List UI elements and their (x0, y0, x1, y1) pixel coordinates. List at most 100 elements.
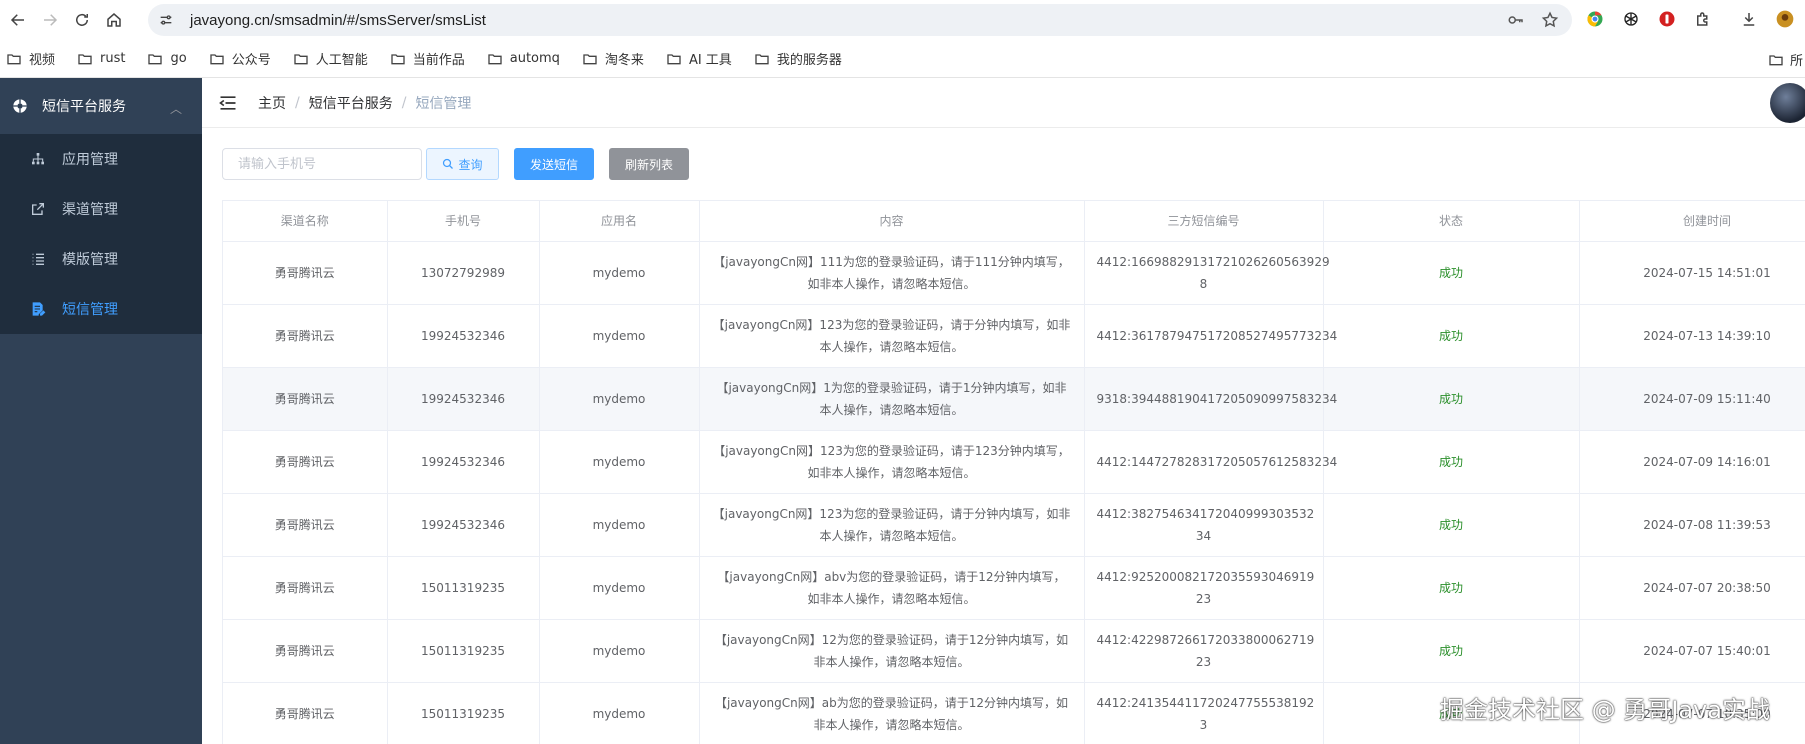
folder-icon (391, 53, 405, 64)
watermark: 掘金技术社区 @ 勇哥Java实战 (1440, 696, 1770, 724)
send-sms-button[interactable]: 发送短信 (514, 148, 594, 180)
bookmark-8[interactable]: AI 工具 (666, 49, 732, 68)
table-header-row: 渠道名称 手机号 应用名 内容 三方短信编号 状态 创建时间 (223, 201, 1805, 242)
bookmark-star-icon[interactable] (1540, 10, 1560, 30)
bookmark-7[interactable]: 淘冬来 (582, 49, 644, 68)
bookmark-4[interactable]: 人工智能 (293, 49, 368, 68)
sidebar-item-sms-management[interactable]: 短信管理 (0, 284, 202, 334)
table-row[interactable]: 勇哥腾讯云 19924532346 mydemo 【javayongCn网】12… (223, 430, 1805, 494)
openai-extension-icon[interactable] (1620, 8, 1642, 30)
cell-app: mydemo (539, 493, 700, 557)
sidebar-item-label: 应用管理 (62, 152, 118, 168)
home-icon[interactable] (100, 6, 128, 34)
breadcrumb-separator: / (295, 94, 300, 111)
folder-icon (7, 53, 21, 64)
sidebar-item-app-management[interactable]: 应用管理 (0, 134, 202, 184)
column-header: 渠道名称 (223, 201, 388, 242)
table-row[interactable]: 勇哥腾讯云 15011319235 mydemo 【javayongCn网】12… (223, 619, 1805, 683)
url-text: javayong.cn/smsadmin/#/smsServer/smsList (190, 11, 486, 29)
table-row[interactable]: 勇哥腾讯云 15011319235 mydemo 【javayongCn网】ab… (223, 556, 1805, 620)
submenu: 应用管理 渠道管理 模版管理 短信管理 (0, 134, 202, 334)
cell-content: 【javayongCn网】123为您的登录验证码，请于分钟内填写，如非本人操作，… (699, 304, 1085, 368)
breadcrumb-current: 短信管理 (415, 95, 472, 112)
cell-content: 【javayongCn网】12为您的登录验证码，请于12分钟内填写，如非本人操作… (699, 619, 1085, 683)
cell-created-time: 2024-07-13 14:39:10 (1579, 304, 1805, 368)
sidebar-item-label: 短信管理 (62, 302, 118, 318)
breadcrumb-sms-platform[interactable]: 短信平台服务 (309, 93, 393, 113)
chrome-extension-icon[interactable] (1584, 8, 1606, 30)
bookmark-2[interactable]: go (147, 51, 187, 67)
cell-content: 【javayongCn网】ab为您的登录验证码，请于12分钟内填写，如非本人操作… (699, 682, 1085, 744)
breadcrumb-separator: / (401, 94, 407, 111)
table-row[interactable]: 勇哥腾讯云 19924532346 mydemo 【javayongCn网】1为… (223, 367, 1805, 431)
cell-status: 成功 (1323, 619, 1580, 683)
cell-status: 成功 (1323, 304, 1580, 368)
column-header: 应用名 (539, 201, 700, 242)
table-row[interactable]: 勇哥腾讯云 13072792989 mydemo 【javayongCn网】11… (223, 241, 1805, 305)
cell-phone: 15011319235 (387, 682, 540, 744)
cell-channel: 勇哥腾讯云 (223, 304, 388, 368)
cell-channel: 勇哥腾讯云 (223, 682, 388, 744)
red-extension-icon[interactable] (1656, 8, 1678, 30)
folder-icon (667, 53, 681, 64)
query-button[interactable]: 查询 (426, 148, 499, 180)
site-settings-icon[interactable] (158, 11, 176, 29)
folder-icon (210, 53, 224, 64)
folder-icon (148, 53, 163, 64)
document-edit-icon (32, 302, 46, 316)
cell-status: 成功 (1323, 430, 1580, 494)
cell-status: 成功 (1323, 367, 1580, 431)
search-icon (443, 158, 454, 169)
bookmark-9[interactable]: 我的服务器 (754, 49, 842, 68)
cell-channel: 勇哥腾讯云 (223, 241, 388, 305)
bookmark-overflow[interactable]: 所 (1768, 50, 1803, 69)
refresh-list-button[interactable]: 刷新列表 (609, 148, 689, 180)
cell-created-time: 2024-07-09 14:16:01 (1579, 430, 1805, 494)
bookmark-0[interactable]: 视频 (6, 49, 55, 68)
bookmark-5[interactable]: 当前作品 (390, 49, 465, 68)
menu-group-label: 短信平台服务 (42, 99, 126, 115)
list-icon (32, 253, 44, 265)
cell-created-time: 2024-07-07 15:40:01 (1579, 619, 1805, 683)
reload-icon[interactable] (68, 6, 96, 34)
address-bar[interactable]: javayong.cn/smsadmin/#/smsServer/smsList (148, 4, 1572, 36)
cell-content: 【javayongCn网】123为您的登录验证码，请于123分钟内填写，如非本人… (699, 430, 1085, 494)
sidebar-item-channel-management[interactable]: 渠道管理 (0, 184, 202, 234)
back-icon[interactable] (4, 6, 32, 34)
cell-third-party-id: 9318:394488190417205090997583234 (1084, 367, 1337, 431)
cell-content: 【javayongCn网】1为您的登录验证码，请于1分钟内填写，如非本人操作，请… (699, 367, 1085, 431)
external-link-icon (32, 203, 44, 215)
cell-app: mydemo (539, 430, 700, 494)
cell-content: 【javayongCn网】111为您的登录验证码，请于111分钟内填写，如非本人… (699, 241, 1085, 305)
profile-avatar-icon[interactable] (1774, 8, 1796, 30)
folder-icon (488, 53, 502, 64)
aperture-icon (13, 99, 27, 113)
column-header: 三方短信编号 (1084, 201, 1324, 242)
sidebar-item-template-management[interactable]: 模版管理 (0, 234, 202, 284)
menu-group-sms-platform[interactable]: 短信平台服务 ︿ (0, 78, 202, 134)
password-key-icon[interactable] (1506, 10, 1526, 30)
download-icon[interactable] (1738, 8, 1760, 30)
bookmark-6[interactable]: automq (487, 51, 560, 67)
phone-search-input[interactable] (222, 148, 422, 180)
cell-third-party-id: 4412:241354411720247755538192 3 (1084, 682, 1324, 744)
user-avatar[interactable] (1770, 83, 1805, 123)
bookmark-1[interactable]: rust (77, 51, 125, 67)
table-row[interactable]: 勇哥腾讯云 19924532346 mydemo 【javayongCn网】12… (223, 304, 1805, 368)
breadcrumb-home[interactable]: 主页 (258, 93, 286, 113)
cell-phone: 19924532346 (387, 367, 540, 431)
column-header: 创建时间 (1579, 201, 1805, 242)
cell-created-time: 2024-07-09 15:11:40 (1579, 367, 1805, 431)
sms-table: 渠道名称 手机号 应用名 内容 三方短信编号 状态 创建时间 勇哥腾讯云 130… (222, 200, 1805, 744)
extensions-puzzle-icon[interactable] (1692, 8, 1714, 30)
cell-phone: 19924532346 (387, 304, 540, 368)
column-header: 手机号 (387, 201, 540, 242)
cell-third-party-id: 4412:144727828317205057612583234 (1084, 430, 1337, 494)
bookmark-3[interactable]: 公众号 (209, 49, 271, 68)
hamburger-icon[interactable] (218, 93, 238, 113)
sidebar-item-label: 模版管理 (62, 252, 118, 268)
sitemap-icon (32, 153, 44, 165)
forward-icon[interactable] (36, 6, 64, 34)
table-row[interactable]: 勇哥腾讯云 19924532346 mydemo 【javayongCn网】12… (223, 493, 1805, 557)
sidebar: 短信平台服务 ︿ 应用管理 渠道管理 模版管理 短信管理 (0, 78, 202, 744)
